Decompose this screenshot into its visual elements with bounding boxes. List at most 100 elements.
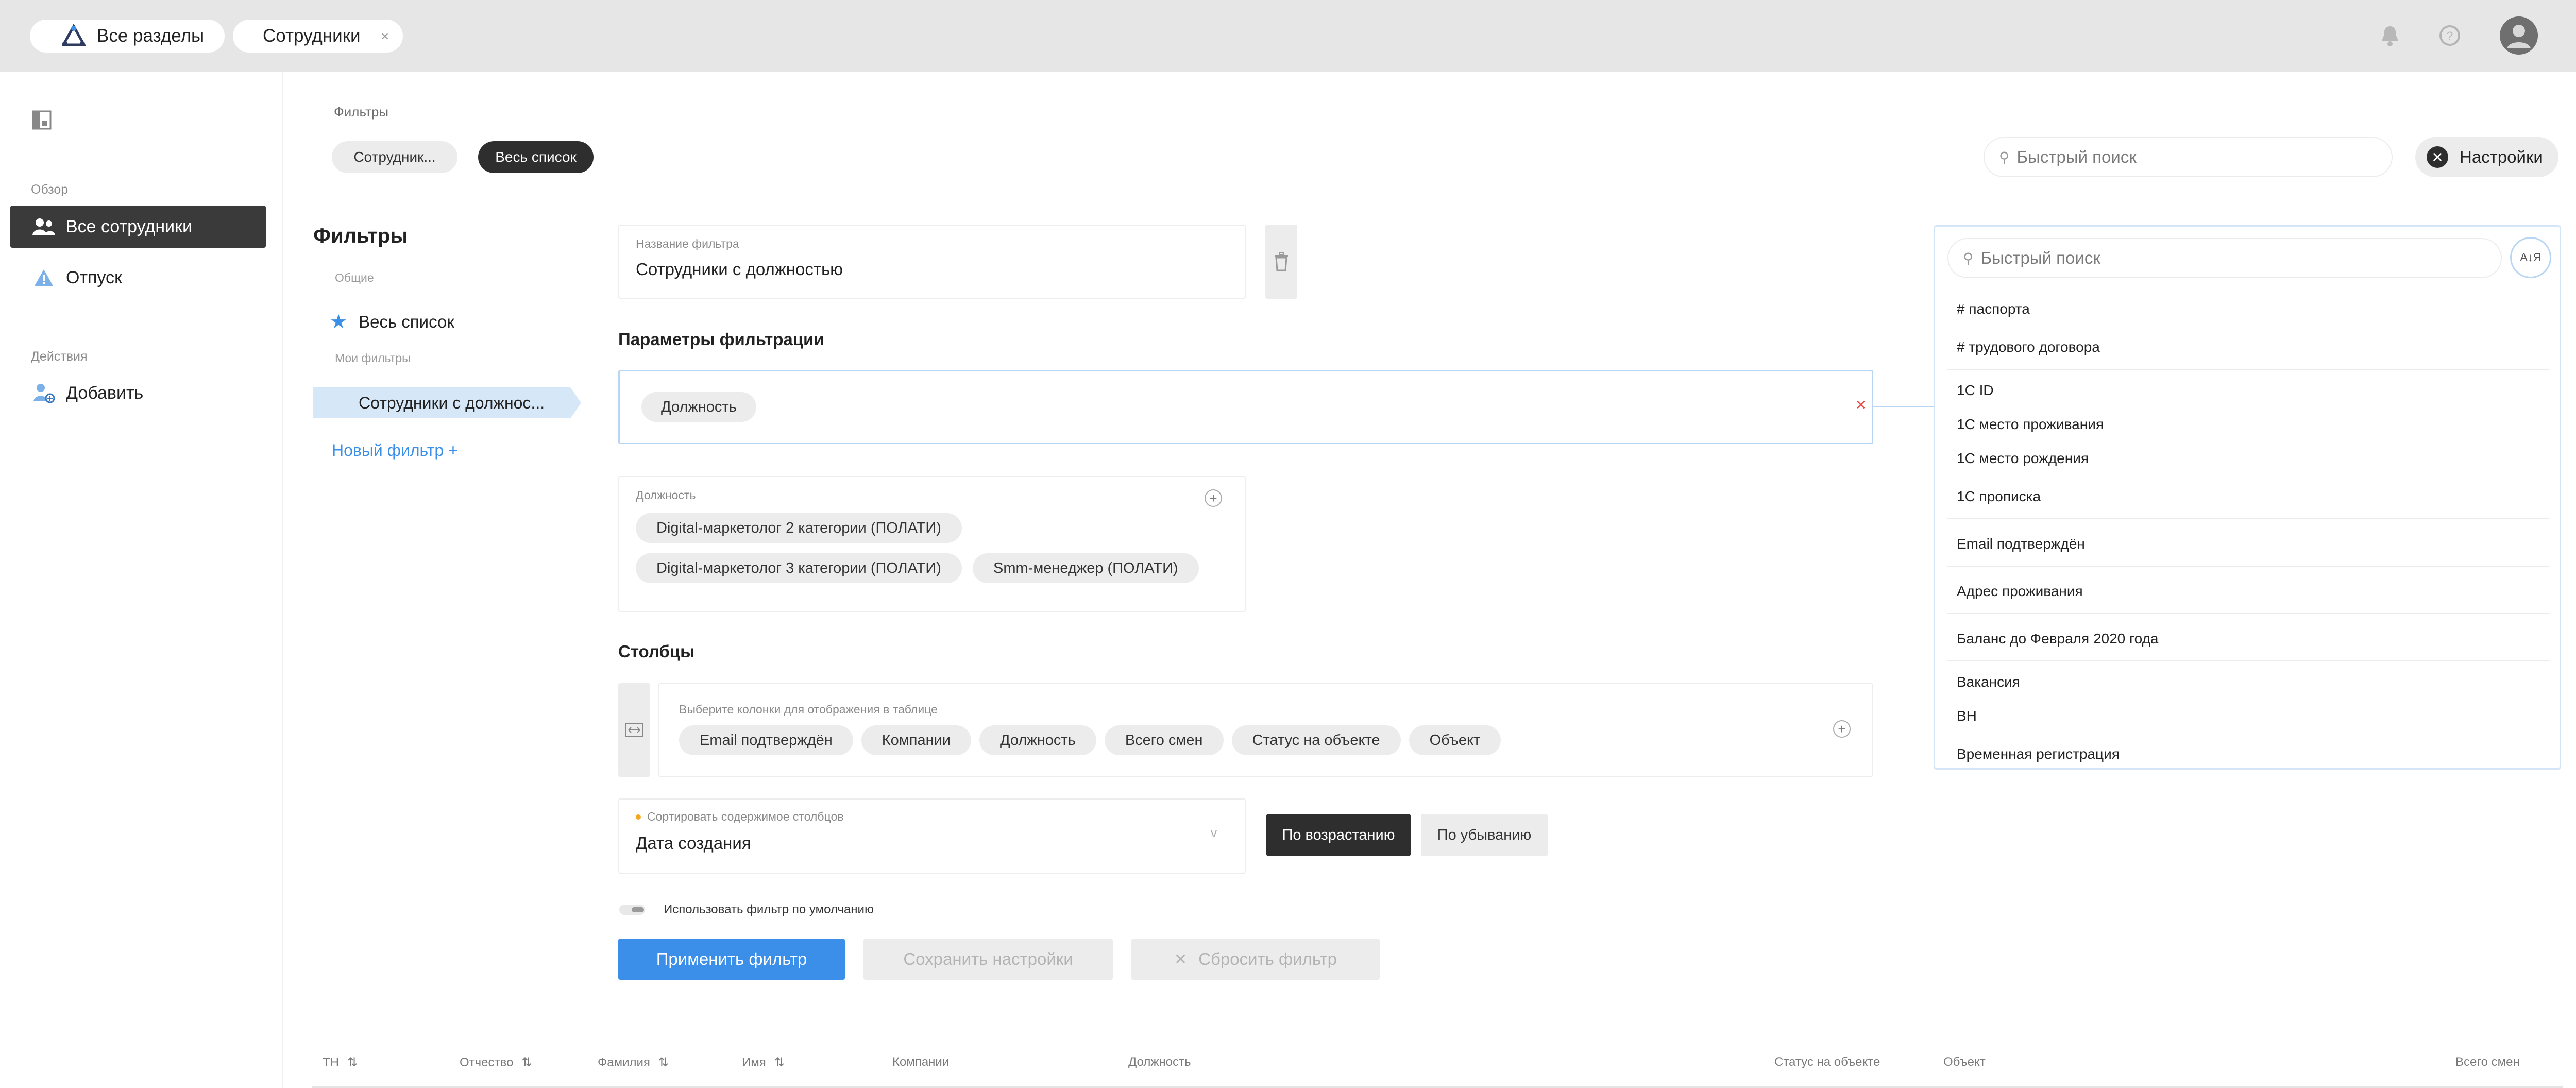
layout-toggle-icon[interactable] xyxy=(32,110,52,130)
connector-line xyxy=(1873,406,1934,407)
dropdown-item[interactable]: 1С ID xyxy=(1957,382,1994,399)
dropdown-item[interactable]: Email подтверждён xyxy=(1957,536,2085,552)
position-tag[interactable]: Digital-маркетолог 3 категории (ПОЛАТИ) xyxy=(636,553,962,583)
th-label: Имя xyxy=(742,1056,766,1069)
dropdown-item[interactable]: Временная регистрация xyxy=(1957,746,2120,762)
sidebar-item-label: Добавить xyxy=(66,383,144,403)
required-dot xyxy=(636,814,641,820)
star-icon: ★ xyxy=(330,311,348,333)
dropdown-item[interactable]: # трудового договора xyxy=(1957,339,2100,355)
apply-filter-button[interactable]: Применить фильтр xyxy=(618,939,845,980)
column-tag[interactable]: Всего смен xyxy=(1104,725,1224,755)
column-tag[interactable]: Статус на объекте xyxy=(1231,725,1401,755)
tab-label: Сотрудники xyxy=(263,26,361,46)
dropdown-item[interactable]: # паспорта xyxy=(1957,301,2030,317)
tab-all-sections[interactable]: Все разделы xyxy=(30,20,225,53)
svg-text:?: ? xyxy=(2447,29,2453,42)
th-companies[interactable]: Компании xyxy=(892,1055,949,1069)
field-label: Выберите колонки для отображения в табли… xyxy=(679,703,938,716)
dropdown-item[interactable]: 1С прописка xyxy=(1957,488,2041,505)
th-tn[interactable]: ТН ⇅ xyxy=(323,1055,358,1070)
th-position[interactable]: Должность xyxy=(1128,1055,1191,1069)
sort-icon: ⇅ xyxy=(658,1056,669,1069)
column-tag[interactable]: Объект xyxy=(1409,725,1501,755)
sidebar-section-overview: Обзор xyxy=(31,182,69,197)
chip-whole-list[interactable]: Весь список xyxy=(478,141,594,173)
add-user-icon xyxy=(31,383,57,403)
th-total-shifts[interactable]: Всего смен xyxy=(2455,1055,2520,1069)
sidebar-item-all-employees[interactable]: Все сотрудники xyxy=(10,206,266,248)
help-icon[interactable]: ? xyxy=(2438,24,2462,47)
dropdown-search-input[interactable]: ⚲ Быстрый поиск xyxy=(1947,238,2502,278)
delete-filter-button[interactable] xyxy=(1265,225,1297,299)
remove-param-icon[interactable]: ✕ xyxy=(1855,397,1867,413)
close-icon: ✕ xyxy=(1174,950,1188,968)
general-section-label: Общие xyxy=(335,271,374,284)
bell-icon[interactable] xyxy=(2377,23,2403,48)
close-icon[interactable]: × xyxy=(381,28,389,44)
divider xyxy=(1947,369,2550,370)
position-tag[interactable]: Digital-маркетолог 2 категории (ПОЛАТИ) xyxy=(636,513,962,543)
column-tag[interactable]: Email подтверждён xyxy=(679,725,853,755)
add-column-icon[interactable]: + xyxy=(1833,720,1851,738)
sort-descending-button[interactable]: По убыванию xyxy=(1421,814,1548,856)
dropdown-item[interactable]: 1С место проживания xyxy=(1957,416,2104,433)
close-circle-icon: ✕ xyxy=(2427,146,2448,168)
dropdown-item[interactable]: ВН xyxy=(1957,708,1977,724)
settings-button[interactable]: ✕ Настройки xyxy=(2415,137,2558,177)
search-icon: ⚲ xyxy=(1963,250,1974,266)
sort-select[interactable]: Сортировать содержимое столбцов Дата соз… xyxy=(618,798,1246,874)
default-filter-toggle[interactable] xyxy=(619,905,645,915)
sort-ascending-button[interactable]: По возрастанию xyxy=(1266,814,1411,856)
filter-whole-list[interactable]: ★ Весь список xyxy=(330,310,454,333)
reset-label: Сбросить фильтр xyxy=(1198,949,1337,968)
sidebar-item-vacation[interactable]: Отпуск xyxy=(10,257,266,299)
settings-label: Настройки xyxy=(2460,147,2543,166)
sidebar-item-label: Все сотрудники xyxy=(66,216,193,236)
sort-label: Сортировать содержимое столбцов xyxy=(647,810,844,823)
sort-icon: ⇅ xyxy=(347,1056,358,1069)
search-icon: ⚲ xyxy=(1999,149,2010,165)
reset-filter-button[interactable]: ✕ Сбросить фильтр xyxy=(1131,939,1380,980)
warning-icon xyxy=(31,268,57,287)
param-chip-position[interactable]: Должность xyxy=(641,392,756,422)
field-value: Дата создания xyxy=(636,834,751,853)
th-object[interactable]: Объект xyxy=(1943,1055,1986,1069)
column-dropdown: ⚲ Быстрый поиск A↓Я # паспорта # трудово… xyxy=(1934,225,2561,770)
th-label: ТН xyxy=(323,1056,339,1069)
dropdown-item[interactable]: Адрес проживания xyxy=(1957,583,2083,600)
field-label: Название фильтра xyxy=(636,237,739,250)
app-logo-icon xyxy=(62,24,86,46)
column-tag[interactable]: Должность xyxy=(979,725,1096,755)
divider xyxy=(1947,566,2550,567)
quick-search-input[interactable]: ⚲ Быстрый поиск xyxy=(1984,137,2393,177)
th-status[interactable]: Статус на объекте xyxy=(1774,1055,1880,1069)
avatar[interactable] xyxy=(2500,16,2538,55)
save-settings-button[interactable]: Сохранить настройки xyxy=(863,939,1113,980)
tab-employees[interactable]: Сотрудники × xyxy=(233,20,403,53)
column-width-toggle[interactable] xyxy=(618,683,650,777)
search-placeholder: Быстрый поиск xyxy=(2016,147,2137,166)
chip-employees-filter[interactable]: Сотрудник... xyxy=(332,141,457,173)
th-patronymic[interactable]: Отчество ⇅ xyxy=(460,1055,532,1070)
trash-icon xyxy=(1275,252,1288,271)
field-value: Сотрудники с должностью xyxy=(636,260,843,279)
th-firstname[interactable]: Имя ⇅ xyxy=(742,1055,785,1070)
divider xyxy=(1947,518,2550,519)
new-filter-link[interactable]: Новый фильтр + xyxy=(332,441,458,460)
sidebar-section-actions: Действия xyxy=(31,349,88,364)
filter-name-field[interactable]: Название фильтра Сотрудники с должностью xyxy=(618,225,1246,299)
filter-employees-with-position[interactable]: Сотрудники с должнос... xyxy=(313,387,581,418)
filters-title: Фильтры xyxy=(313,225,408,247)
params-title: Параметры фильтрации xyxy=(618,330,824,349)
sort-alpha-icon[interactable]: A↓Я xyxy=(2510,237,2551,278)
column-tag[interactable]: Компании xyxy=(861,725,971,755)
th-lastname[interactable]: Фамилия ⇅ xyxy=(598,1055,669,1070)
position-tag[interactable]: Smm-менеджер (ПОЛАТИ) xyxy=(973,553,1199,583)
dropdown-item[interactable]: 1С место рождения xyxy=(1957,450,2089,467)
add-position-icon[interactable]: + xyxy=(1205,489,1222,507)
dropdown-item[interactable]: Баланс до Февраля 2020 года xyxy=(1957,631,2158,647)
params-box[interactable]: Должность ✕ xyxy=(618,370,1873,444)
dropdown-item[interactable]: Вакансия xyxy=(1957,674,2020,690)
sidebar-item-add[interactable]: Добавить xyxy=(10,372,266,414)
